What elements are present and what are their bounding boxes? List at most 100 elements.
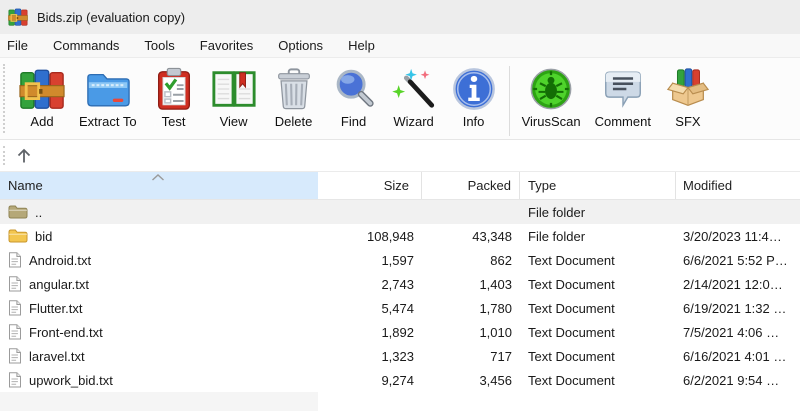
file-name: bid [35, 229, 53, 244]
toolbar-gripper[interactable] [3, 64, 5, 133]
file-type: Text Document [528, 276, 615, 292]
file-type: File folder [528, 204, 586, 220]
add-archive-icon [19, 68, 65, 110]
text-file-icon [9, 348, 21, 364]
text-file-icon [9, 324, 21, 340]
file-size: 2,743 [381, 276, 414, 292]
file-row[interactable]: Front-end.txt 1,892 1,010 Text Document … [0, 320, 800, 344]
file-packed: 862 [490, 252, 512, 268]
comment-button[interactable]: Comment [588, 65, 658, 130]
file-packed: 43,348 [472, 228, 512, 244]
extract-to-button[interactable]: Extract To [72, 65, 144, 130]
sort-ascending-icon [152, 174, 164, 181]
file-modified: 6/16/2021 4:01 … [683, 348, 787, 364]
column-header-row: Name Size Packed Type Modified [0, 172, 800, 200]
wizard-button[interactable]: Wizard [384, 65, 444, 130]
file-size: 9,274 [381, 372, 414, 388]
text-file-icon [9, 276, 21, 292]
sfx-button[interactable]: SFX [658, 65, 718, 130]
info-button[interactable]: Info [444, 65, 504, 130]
window-title: Bids.zip (evaluation copy) [37, 9, 186, 25]
add-button-label: Add [30, 114, 54, 129]
wizard-wand-icon [391, 68, 434, 108]
virus-scan-bug-icon [530, 68, 572, 110]
file-name: .. [35, 205, 43, 220]
find-button[interactable]: Find [324, 65, 384, 130]
comment-button-label: Comment [594, 114, 651, 129]
wizard-button-label: Wizard [393, 114, 434, 129]
file-row-parent[interactable]: .. File folder [0, 200, 800, 224]
file-size: 5,474 [381, 300, 414, 316]
address-bar-gripper[interactable] [3, 146, 5, 165]
find-magnifier-icon [336, 69, 374, 107]
menu-help[interactable]: Help [348, 38, 375, 53]
sfx-button-label: SFX [675, 114, 701, 129]
file-row[interactable]: laravel.txt 1,323 717 Text Document 6/16… [0, 344, 800, 368]
title-bar: Bids.zip (evaluation copy) [0, 0, 800, 34]
extract-to-folder-icon [86, 73, 130, 107]
file-type: File folder [528, 228, 586, 244]
sorted-column-background [0, 392, 318, 411]
file-row[interactable]: bid 108,948 43,348 File folder 3/20/2023… [0, 224, 800, 248]
find-button-label: Find [340, 114, 367, 129]
file-type: Text Document [528, 300, 615, 316]
info-circle-icon [452, 68, 495, 110]
file-modified: 6/6/2021 5:52 P… [683, 252, 788, 268]
virus-scan-button[interactable]: VirusScan [515, 65, 588, 130]
folder-up-icon [8, 205, 28, 219]
menu-tools[interactable]: Tools [144, 38, 174, 53]
file-row[interactable]: Android.txt 1,597 862 Text Document 6/6/… [0, 248, 800, 272]
file-name: Android.txt [29, 253, 92, 268]
text-file-icon [9, 372, 21, 388]
up-one-level-button[interactable] [10, 143, 38, 169]
file-name: upwork_bid.txt [29, 373, 113, 388]
view-button[interactable]: View [204, 65, 264, 130]
column-header-size[interactable]: Size [318, 172, 422, 199]
file-packed: 717 [490, 348, 512, 364]
virus-scan-button-label: VirusScan [521, 114, 581, 129]
file-row[interactable]: Flutter.txt 5,474 1,780 Text Document 6/… [0, 296, 800, 320]
file-packed: 1,780 [479, 300, 512, 316]
menu-commands[interactable]: Commands [53, 38, 119, 53]
column-header-packed[interactable]: Packed [422, 172, 520, 199]
winrar-app-icon [8, 8, 28, 26]
comment-bubble-icon [604, 71, 641, 108]
file-size: 1,892 [381, 324, 414, 340]
column-header-modified[interactable]: Modified [676, 172, 800, 199]
file-modified: 6/19/2021 1:32 … [683, 300, 787, 316]
text-file-icon [9, 252, 21, 268]
delete-button[interactable]: Delete [264, 65, 324, 130]
toolbar: Add Extract To Test View Delete Find Wiz… [0, 58, 800, 140]
menu-bar: File Commands Tools Favorites Options He… [0, 34, 800, 58]
file-name: Front-end.txt [29, 325, 103, 340]
text-file-icon [9, 300, 21, 316]
file-modified: 6/2/2021 9:54 … [683, 372, 780, 388]
info-button-label: Info [462, 114, 485, 129]
column-header-name-label: Name [8, 178, 43, 193]
file-type: Text Document [528, 372, 615, 388]
file-size: 1,597 [381, 252, 414, 268]
file-modified: 2/14/2021 12:0… [683, 276, 783, 292]
folder-icon [8, 229, 28, 243]
file-size: 108,948 [367, 228, 414, 244]
test-clipboard-icon [157, 67, 190, 110]
winrar-window: Bids.zip (evaluation copy) File Commands… [0, 0, 800, 411]
file-type: Text Document [528, 252, 615, 268]
test-button-label: Test [161, 114, 186, 129]
menu-file[interactable]: File [7, 38, 28, 53]
file-packed: 3,456 [479, 372, 512, 388]
file-row[interactable]: angular.txt 2,743 1,403 Text Document 2/… [0, 272, 800, 296]
column-header-type[interactable]: Type [520, 172, 676, 199]
address-bar [0, 140, 800, 172]
test-button[interactable]: Test [144, 65, 204, 130]
file-packed: 1,403 [479, 276, 512, 292]
file-row[interactable]: upwork_bid.txt 9,274 3,456 Text Document… [0, 368, 800, 392]
menu-options[interactable]: Options [278, 38, 323, 53]
toolbar-separator [508, 66, 510, 136]
delete-button-label: Delete [274, 114, 313, 129]
file-modified: 3/20/2023 11:4… [683, 228, 782, 244]
file-name: laravel.txt [29, 349, 85, 364]
file-name: angular.txt [29, 277, 89, 292]
add-button[interactable]: Add [12, 65, 72, 130]
menu-favorites[interactable]: Favorites [200, 38, 253, 53]
